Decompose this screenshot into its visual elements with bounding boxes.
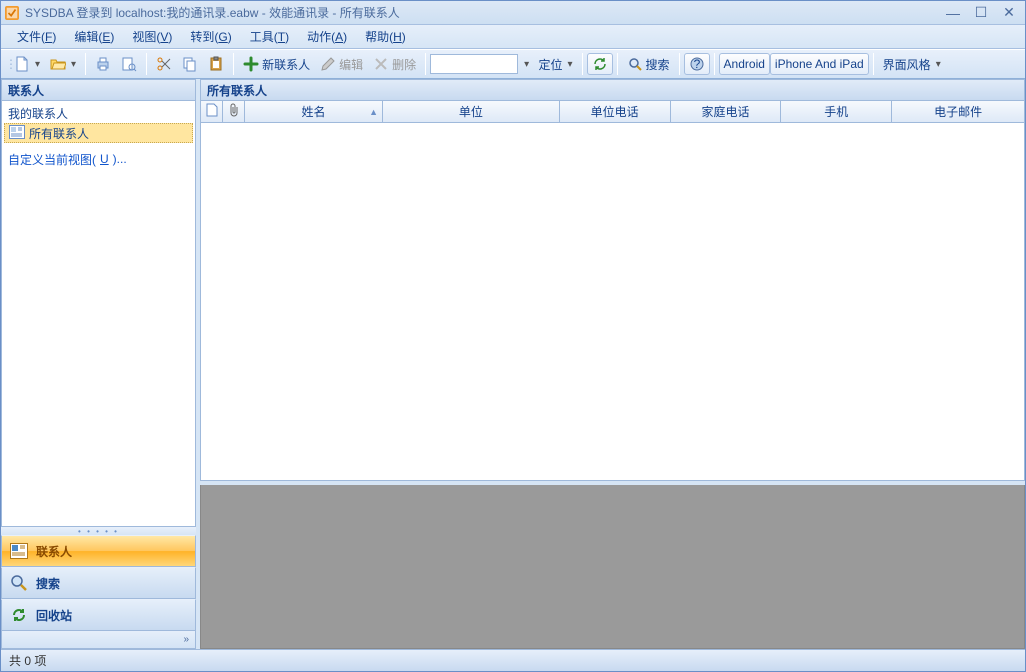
- column-company[interactable]: 单位: [383, 101, 560, 123]
- nav-search[interactable]: 搜索: [1, 567, 196, 599]
- contacts-icon: [10, 542, 28, 560]
- menu-help[interactable]: 帮助(H): [357, 26, 414, 47]
- print-preview-icon: [121, 56, 137, 72]
- toolbar: ⋮ ▾ ▾ 新联系人 编辑 删除 ▾ 定位▾ 搜索 ? Android iPho…: [1, 49, 1025, 79]
- contacts-card-icon: [9, 125, 25, 142]
- locate-input[interactable]: [430, 54, 518, 74]
- iphone-button[interactable]: iPhone And iPad: [770, 53, 869, 75]
- print-preview-button[interactable]: [116, 53, 142, 75]
- minimize-button[interactable]: —: [941, 5, 965, 21]
- new-contact-label: 新联系人: [262, 56, 310, 73]
- iphone-label: iPhone And iPad: [775, 57, 864, 71]
- tree-my-contacts[interactable]: 我的联系人: [2, 103, 195, 123]
- folder-open-icon: [50, 56, 66, 72]
- new-contact-button[interactable]: 新联系人: [238, 53, 315, 75]
- column-home-phone[interactable]: 家庭电话: [671, 101, 782, 123]
- nav-contacts[interactable]: 联系人: [1, 535, 196, 567]
- titlebar: SYSDBA 登录到 localhost:我的通讯录.eabw - 效能通讯录 …: [1, 1, 1025, 25]
- menubar: 文件(F) 编辑(E) 视图(V) 转到(G) 工具(T) 动作(A) 帮助(H…: [1, 25, 1025, 49]
- content-header: 所有联系人: [200, 79, 1025, 101]
- statusbar: 共 0 项: [1, 649, 1025, 671]
- column-email[interactable]: 电子邮件: [892, 101, 1024, 123]
- app-icon: [5, 6, 19, 20]
- search-label: 搜索: [646, 56, 670, 73]
- nav-search-label: 搜索: [36, 575, 60, 592]
- nav-footer[interactable]: »: [1, 631, 196, 649]
- page-icon: [14, 56, 30, 72]
- customize-view-link[interactable]: 自定义当前视图(U)...: [2, 149, 195, 169]
- content-area: 所有联系人 姓名▲ 单位 单位电话 家庭电话 手机 电子邮件: [200, 79, 1025, 649]
- status-text: 共 0 项: [9, 652, 46, 669]
- window-title: SYSDBA 登录到 localhost:我的通讯录.eabw - 效能通讯录 …: [25, 4, 941, 21]
- page-small-icon: [206, 103, 218, 120]
- skin-button[interactable]: 界面风格▾: [878, 53, 946, 75]
- column-mobile[interactable]: 手机: [781, 101, 892, 123]
- menu-goto[interactable]: 转到(G): [182, 26, 239, 47]
- tree-all-contacts-label: 所有联系人: [29, 125, 89, 142]
- refresh-button[interactable]: [587, 53, 613, 75]
- plus-icon: [243, 56, 259, 72]
- copy-button[interactable]: [177, 53, 203, 75]
- nav-recycle-label: 回收站: [36, 607, 72, 624]
- help-button[interactable]: ?: [684, 53, 710, 75]
- menu-view[interactable]: 视图(V): [124, 26, 180, 47]
- sort-asc-icon: ▲: [369, 107, 378, 117]
- menu-file[interactable]: 文件(F): [9, 26, 64, 47]
- search-nav-icon: [10, 574, 28, 592]
- recycle-icon: [10, 606, 28, 624]
- nav-recycle[interactable]: 回收站: [1, 599, 196, 631]
- close-button[interactable]: ✕: [997, 5, 1021, 21]
- search-icon: [627, 56, 643, 72]
- locate-label: 定位: [538, 56, 562, 73]
- svg-text:?: ?: [693, 57, 700, 71]
- sidebar-header: 联系人: [1, 79, 196, 101]
- printer-icon: [95, 56, 111, 72]
- open-button[interactable]: ▾: [45, 53, 81, 75]
- sidebar: 联系人 我的联系人 所有联系人 自定义当前视图(U)... • • • • • …: [1, 79, 200, 649]
- menu-edit[interactable]: 编辑(E): [66, 26, 122, 47]
- search-button[interactable]: 搜索: [622, 53, 675, 75]
- edit-button[interactable]: 编辑: [315, 53, 368, 75]
- grid-header: 姓名▲ 单位 单位电话 家庭电话 手机 电子邮件: [200, 101, 1025, 123]
- column-attachment-icon[interactable]: [223, 101, 245, 123]
- menu-tools[interactable]: 工具(T): [242, 26, 297, 47]
- print-button[interactable]: [90, 53, 116, 75]
- clipboard-icon: [208, 56, 224, 72]
- grid-body[interactable]: [200, 123, 1025, 481]
- locate-button[interactable]: ▾ 定位▾: [517, 53, 577, 75]
- column-name[interactable]: 姓名▲: [245, 101, 383, 123]
- tree-all-contacts[interactable]: 所有联系人: [4, 123, 193, 143]
- detail-pane: [200, 485, 1025, 649]
- paste-button[interactable]: [203, 53, 229, 75]
- skin-label: 界面风格: [883, 56, 931, 73]
- menu-action[interactable]: 动作(A): [299, 26, 355, 47]
- copy-icon: [182, 56, 198, 72]
- pencil-icon: [320, 56, 336, 72]
- android-label: Android: [724, 57, 765, 71]
- help-icon: ?: [689, 56, 705, 72]
- new-file-button[interactable]: ▾: [9, 53, 45, 75]
- maximize-button[interactable]: ☐: [969, 5, 993, 21]
- delete-label: 删除: [392, 56, 416, 73]
- column-type-icon[interactable]: [201, 101, 223, 123]
- sidebar-grip[interactable]: • • • • •: [1, 527, 196, 535]
- scissors-icon: [156, 56, 172, 72]
- paperclip-icon: [228, 103, 240, 120]
- android-button[interactable]: Android: [719, 53, 770, 75]
- sidebar-tree: 我的联系人 所有联系人 自定义当前视图(U)...: [1, 101, 196, 527]
- delete-button[interactable]: 删除: [368, 53, 421, 75]
- column-work-phone[interactable]: 单位电话: [560, 101, 671, 123]
- refresh-icon: [592, 56, 608, 72]
- delete-icon: [373, 56, 389, 72]
- edit-label: 编辑: [339, 56, 363, 73]
- cut-button[interactable]: [151, 53, 177, 75]
- nav-contacts-label: 联系人: [36, 543, 72, 560]
